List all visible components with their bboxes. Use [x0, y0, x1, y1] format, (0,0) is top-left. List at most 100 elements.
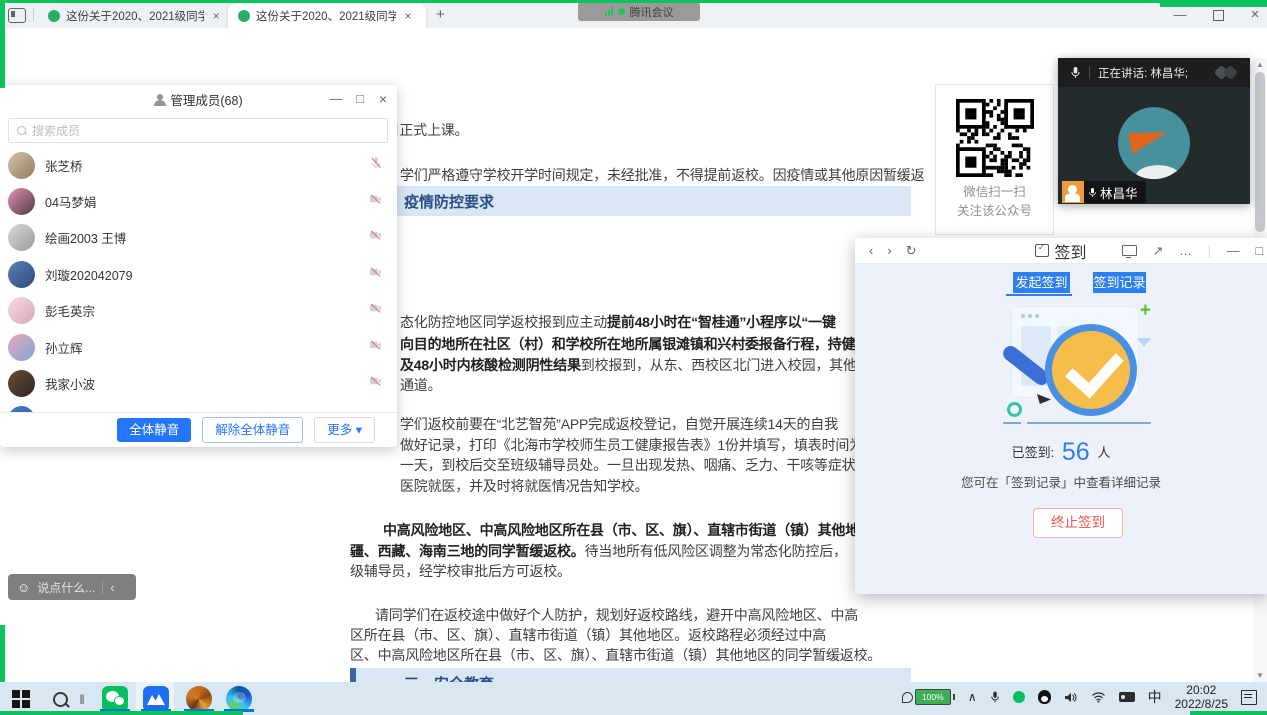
search-icon: [53, 692, 68, 707]
chat-input-placeholder[interactable]: 说点什么...: [37, 579, 95, 596]
article-line: 区、中高风险地区所在县（市、区、旗）、直辖市街道（镇）其他地区的同学暂缓返校。: [350, 645, 881, 665]
stop-signin-button[interactable]: 终止签到: [1033, 508, 1123, 538]
tab-start-signin[interactable]: 发起签到: [1013, 272, 1070, 293]
wechat-mp-favicon: [48, 10, 60, 22]
taskbar-app-circle[interactable]: [184, 687, 214, 711]
unmute-all-button[interactable]: 解除全体静音: [202, 417, 303, 443]
tencent-meeting-pill[interactable]: 腾讯会议: [578, 2, 700, 21]
tab-actions-icon[interactable]: [8, 8, 26, 23]
camera-off-icon[interactable]: [368, 301, 383, 320]
member-row[interactable]: 绘画2003 王博: [0, 220, 397, 256]
member-row[interactable]: 刘璇202042079: [0, 256, 397, 292]
camera-off-icon[interactable]: [368, 374, 383, 393]
member-name: 孙立辉: [45, 338, 83, 357]
tab-close-icon[interactable]: ×: [208, 9, 224, 23]
taskbar-edge[interactable]: [224, 687, 254, 711]
teal-ring: [1007, 402, 1022, 417]
nav-back-icon[interactable]: ‹: [869, 243, 873, 258]
window-restore-button[interactable]: [1203, 8, 1233, 24]
start-button[interactable]: [10, 687, 32, 711]
tray-wechat-icon[interactable]: [1013, 691, 1025, 703]
window-close-button[interactable]: ×: [1240, 8, 1267, 24]
divider: [1089, 66, 1090, 79]
system-tray: 100% ∧ 中 20:02 2022/8/25: [902, 682, 1267, 712]
more-button[interactable]: 更多 ▾: [314, 417, 375, 443]
tray-speaker-icon[interactable]: [1064, 691, 1078, 704]
more-menu-icon[interactable]: …: [1179, 244, 1192, 258]
signin-maximize-button[interactable]: □: [1255, 244, 1263, 258]
refresh-icon[interactable]: ↻: [906, 243, 917, 259]
member-row[interactable]: 04马梦娟: [0, 183, 397, 219]
article-line: 一天，到校后交至班级辅导员处。一旦出现发热、咽痛、乏力、干咳等症状，: [400, 455, 869, 475]
member-close-button[interactable]: ×: [372, 91, 394, 107]
camera-off-icon[interactable]: [368, 265, 383, 284]
meeting-pill-label: 腾讯会议: [630, 4, 674, 20]
signed-unit: 人: [1097, 445, 1110, 460]
camera-off-icon[interactable]: [368, 228, 383, 247]
mic-icon: [1070, 66, 1081, 79]
member-name: 04马梦娟: [45, 192, 96, 211]
running-indicator: [141, 709, 171, 712]
section-title: 三、安全教育: [404, 673, 494, 682]
member-avatar: [8, 224, 35, 251]
mic-muted-icon[interactable]: [369, 156, 383, 175]
taskbar-search-button[interactable]: [48, 687, 72, 711]
member-row[interactable]: [0, 402, 397, 412]
share-icon[interactable]: ↗: [1153, 243, 1163, 258]
member-avatar: [8, 261, 35, 288]
qr-caption-line1: 微信扫一扫: [936, 183, 1053, 202]
member-search-input[interactable]: 搜索成员: [8, 118, 388, 143]
ime-indicator[interactable]: 中: [1148, 687, 1162, 707]
mute-all-button[interactable]: 全体静音: [117, 418, 191, 442]
window-minimize-button[interactable]: —: [1165, 8, 1195, 24]
browser-tab-inactive[interactable]: 这份关于2020、2021级同学开学 ×: [38, 3, 224, 28]
member-window-title: 管理成员(68): [170, 90, 242, 109]
article-line: 向目的地所在社区（村）和学校所在地所属银滩镇和兴村委报备行程，持健康: [400, 334, 869, 354]
tray-device-icon[interactable]: [1119, 692, 1135, 702]
tray-date: 2022/8/25: [1175, 697, 1228, 711]
action-center-icon[interactable]: [1241, 690, 1257, 705]
tray-clock[interactable]: 20:02 2022/8/25: [1175, 683, 1228, 711]
signin-minimize-button[interactable]: —: [1227, 244, 1240, 258]
meeting-chat-bar[interactable]: ☺ 说点什么... ‹: [8, 574, 136, 600]
member-name: 彭毛英宗: [45, 301, 95, 320]
meeting-video-float[interactable]: 正在讲话: 林昌华; 林昌华: [1058, 58, 1250, 204]
member-avatar: [8, 334, 35, 361]
collapse-chat-icon[interactable]: ‹: [110, 580, 114, 595]
member-minimize-button[interactable]: —: [325, 91, 347, 106]
search-icon: [17, 126, 26, 135]
member-row[interactable]: 我家小波: [0, 365, 397, 401]
member-name: 绘画2003 王博: [45, 228, 126, 247]
member-row[interactable]: 孙立辉: [0, 329, 397, 365]
cast-screen-icon[interactable]: [1122, 245, 1137, 256]
member-maximize-button[interactable]: □: [349, 91, 371, 106]
tray-qq-icon[interactable]: [1038, 690, 1051, 704]
signal-bars-icon: [605, 7, 613, 16]
browser-tab-active[interactable]: 这份关于2020、2021级同学开学 ×: [228, 3, 426, 28]
camera-off-icon[interactable]: [368, 338, 383, 357]
member-row[interactable]: 张芝桥: [0, 147, 397, 183]
hidden-icons-caret[interactable]: ∧: [968, 690, 977, 704]
member-row[interactable]: 彭毛英宗: [0, 293, 397, 329]
tencent-meeting-logo: [1214, 65, 1240, 81]
new-tab-button[interactable]: +: [436, 6, 445, 23]
running-indicator: [224, 709, 254, 712]
taskbar-wechat[interactable]: [100, 687, 130, 711]
battery-indicator[interactable]: 100%: [902, 689, 955, 705]
signed-label: 已签到:: [1012, 445, 1055, 460]
tab-close-icon[interactable]: ×: [400, 9, 416, 23]
scrollbar-thumb[interactable]: [1255, 72, 1265, 232]
meeting-video-header: 正在讲话: 林昌华;: [1058, 58, 1250, 87]
emoji-smiley-icon[interactable]: ☺: [17, 580, 30, 595]
nav-forward-icon[interactable]: ›: [887, 243, 891, 258]
tray-mic-icon[interactable]: [990, 690, 1000, 704]
speaker-name: 林昌华: [1100, 183, 1138, 202]
tab-signin-records[interactable]: 签到记录: [1093, 272, 1146, 293]
member-footer: 全体静音 解除全体静音 更多 ▾: [0, 412, 397, 447]
scroll-down-icon[interactable]: ▼: [1253, 671, 1267, 680]
taskbar-tencent-meeting[interactable]: [141, 687, 171, 711]
article-line: 医院就医，并及时将就医情况告知学校。: [400, 476, 648, 496]
camera-off-icon[interactable]: [368, 192, 383, 211]
tray-wifi-icon[interactable]: [1091, 691, 1106, 703]
scroll-up-icon[interactable]: ▲: [1253, 60, 1267, 69]
